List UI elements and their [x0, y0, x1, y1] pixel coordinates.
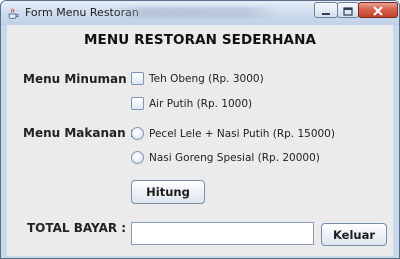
- close-button[interactable]: [358, 2, 398, 18]
- blurred-title-overlay: [111, 7, 281, 18]
- maximize-icon: [343, 1, 353, 20]
- keluar-button[interactable]: Keluar: [321, 223, 387, 246]
- pecel-lele-label[interactable]: Pecel Lele + Nasi Putih (Rp. 15000): [149, 128, 335, 140]
- close-icon: [372, 1, 384, 20]
- teh-obeng-checkbox[interactable]: [131, 72, 144, 85]
- hitung-button[interactable]: Hitung: [131, 180, 205, 204]
- total-bayar-field[interactable]: [131, 222, 314, 245]
- form-heading: MENU RESTORAN SEDERHANA: [83, 32, 317, 48]
- java-app-icon[interactable]: [6, 5, 20, 19]
- nasi-goreng-label[interactable]: Nasi Goreng Spesial (Rp. 20000): [149, 152, 320, 164]
- air-putih-label[interactable]: Air Putih (Rp. 1000): [149, 98, 252, 110]
- title-bar[interactable]: Form Menu Restoran: [1, 1, 399, 25]
- food-label: Menu Makanan :: [23, 126, 135, 140]
- nasi-goreng-radio[interactable]: [131, 151, 144, 164]
- pecel-lele-radio[interactable]: [131, 127, 144, 140]
- total-label: TOTAL BAYAR :: [27, 221, 127, 235]
- app-window: Form Menu Restoran MENU RESTORAN SEDERHA…: [0, 0, 400, 259]
- minimize-button[interactable]: [314, 2, 338, 18]
- drinks-label: Menu Minuman :: [23, 72, 136, 86]
- minimize-icon: [321, 1, 331, 20]
- form-panel: MENU RESTORAN SEDERHANA Menu Minuman : T…: [7, 25, 393, 256]
- air-putih-checkbox[interactable]: [131, 97, 144, 110]
- maximize-button[interactable]: [337, 2, 359, 18]
- teh-obeng-label[interactable]: Teh Obeng (Rp. 3000): [149, 73, 264, 85]
